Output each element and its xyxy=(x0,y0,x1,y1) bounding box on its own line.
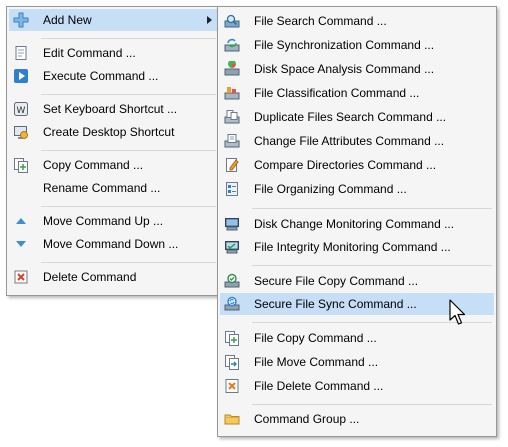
submenu-arrow-icon xyxy=(207,16,212,24)
duplicate-files-icon xyxy=(224,109,240,125)
menu-item-label: Compare Directories Command ... xyxy=(254,158,437,172)
file-move-icon xyxy=(224,354,240,370)
submenu-item-file-integrity-monitoring[interactable]: File Integrity Monitoring Command ... xyxy=(220,236,494,258)
disk-space-icon xyxy=(224,61,240,77)
separator xyxy=(41,150,216,151)
menu-item-label: File Synchronization Command ... xyxy=(254,38,435,52)
separator xyxy=(41,262,216,263)
file-search-icon xyxy=(224,13,240,29)
submenu-item-file-delete[interactable]: File Delete Command ... xyxy=(220,375,494,397)
submenu-item-file-organizing[interactable]: File Organizing Command ... xyxy=(220,178,494,200)
separator xyxy=(41,206,216,207)
submenu-item-disk-change-monitoring[interactable]: Disk Change Monitoring Command ... xyxy=(220,213,494,235)
secure-sync-icon xyxy=(224,296,240,312)
menu-item-label: Create Desktop Shortcut xyxy=(43,125,175,139)
menu-item-label: File Delete Command ... xyxy=(254,379,384,393)
copy-icon xyxy=(13,157,29,173)
separator xyxy=(41,94,216,95)
submenu-item-file-synchronization[interactable]: File Synchronization Command ... xyxy=(220,34,494,56)
separator xyxy=(252,265,492,266)
menu-item-move-command-up[interactable]: Move Command Up ... xyxy=(9,210,218,232)
mouse-cursor-icon xyxy=(449,299,466,325)
menu-item-label: File Copy Command ... xyxy=(254,331,377,345)
submenu-item-change-file-attributes[interactable]: Change File Attributes Command ... xyxy=(220,130,494,152)
keyboard-key-icon: W xyxy=(13,101,29,117)
menu-item-copy-command[interactable]: Copy Command ... xyxy=(9,154,218,176)
submenu-item-file-move[interactable]: File Move Command ... xyxy=(220,351,494,373)
menu-item-set-keyboard-shortcut[interactable]: W Set Keyboard Shortcut ... xyxy=(9,98,218,120)
submenu-item-file-copy[interactable]: File Copy Command ... xyxy=(220,327,494,349)
separator xyxy=(41,38,216,39)
menu-item-label: Delete Command xyxy=(43,270,137,284)
submenu-item-file-classification[interactable]: File Classification Command ... xyxy=(220,82,494,104)
edit-document-icon xyxy=(13,45,29,61)
submenu-item-compare-directories[interactable]: Compare Directories Command ... xyxy=(220,154,494,176)
separator xyxy=(252,404,492,405)
menu-item-label: Disk Space Analysis Command ... xyxy=(254,62,435,76)
menu-item-label: Set Keyboard Shortcut ... xyxy=(43,102,178,116)
menu-item-label: Move Command Down ... xyxy=(43,237,179,251)
plus-icon xyxy=(13,12,29,28)
menu-item-label: Duplicate Files Search Command ... xyxy=(254,110,447,124)
file-copy-icon xyxy=(224,330,240,346)
menu-item-move-command-down[interactable]: Move Command Down ... xyxy=(9,233,218,255)
menu-item-label: Secure File Copy Command ... xyxy=(254,274,419,288)
submenu-item-duplicate-files-search[interactable]: Duplicate Files Search Command ... xyxy=(220,106,494,128)
menu-item-label: Move Command Up ... xyxy=(43,214,164,228)
context-menu: Add New Edit Command ... Execute Command… xyxy=(6,6,221,296)
menu-item-execute-command[interactable]: Execute Command ... xyxy=(9,65,218,87)
submenu-item-secure-file-copy[interactable]: Secure File Copy Command ... xyxy=(220,270,494,292)
triangle-down-icon xyxy=(13,236,29,252)
menu-item-edit-command[interactable]: Edit Command ... xyxy=(9,42,218,64)
menu-item-label: Command Group ... xyxy=(254,412,360,426)
svg-text:W: W xyxy=(17,106,26,116)
submenu-item-file-search[interactable]: File Search Command ... xyxy=(220,10,494,32)
menu-item-label: Add New xyxy=(43,13,92,27)
play-icon xyxy=(13,68,29,84)
file-sync-icon xyxy=(224,37,240,53)
compare-directories-icon xyxy=(224,157,240,173)
menu-item-rename-command[interactable]: Rename Command ... xyxy=(9,177,218,199)
file-organizing-icon xyxy=(224,181,240,197)
menu-item-label: File Integrity Monitoring Command ... xyxy=(254,240,451,254)
menu-item-label: Change File Attributes Command ... xyxy=(254,134,445,148)
menu-item-label: File Move Command ... xyxy=(254,355,379,369)
submenu-item-disk-space-analysis[interactable]: Disk Space Analysis Command ... xyxy=(220,58,494,80)
integrity-monitor-icon xyxy=(224,239,240,255)
folder-icon xyxy=(224,411,240,427)
menu-item-label: Rename Command ... xyxy=(43,181,161,195)
menu-item-label: Edit Command ... xyxy=(43,46,136,60)
submenu-item-command-group[interactable]: Command Group ... xyxy=(220,408,494,430)
file-attributes-icon xyxy=(224,133,240,149)
menu-item-add-new[interactable]: Add New xyxy=(9,9,218,31)
delete-icon xyxy=(13,269,29,285)
triangle-up-icon xyxy=(13,213,29,229)
menu-item-label: Copy Command ... xyxy=(43,158,144,172)
file-delete-icon xyxy=(224,378,240,394)
menu-item-delete-command[interactable]: Delete Command xyxy=(9,266,218,288)
file-classification-icon xyxy=(224,85,240,101)
menu-item-label: File Classification Command ... xyxy=(254,86,420,100)
menu-item-label: Secure File Sync Command ... xyxy=(254,297,417,311)
menu-item-label: Disk Change Monitoring Command ... xyxy=(254,217,455,231)
secure-copy-icon xyxy=(224,273,240,289)
desktop-shortcut-icon xyxy=(13,124,29,140)
menu-item-label: Execute Command ... xyxy=(43,69,159,83)
menu-item-label: File Organizing Command ... xyxy=(254,182,407,196)
separator xyxy=(252,208,492,209)
menu-item-label: File Search Command ... xyxy=(254,14,387,28)
add-new-submenu: File Search Command ... File Synchroniza… xyxy=(217,6,497,437)
disk-monitor-icon xyxy=(224,216,240,232)
menu-item-create-desktop-shortcut[interactable]: Create Desktop Shortcut xyxy=(9,121,218,143)
